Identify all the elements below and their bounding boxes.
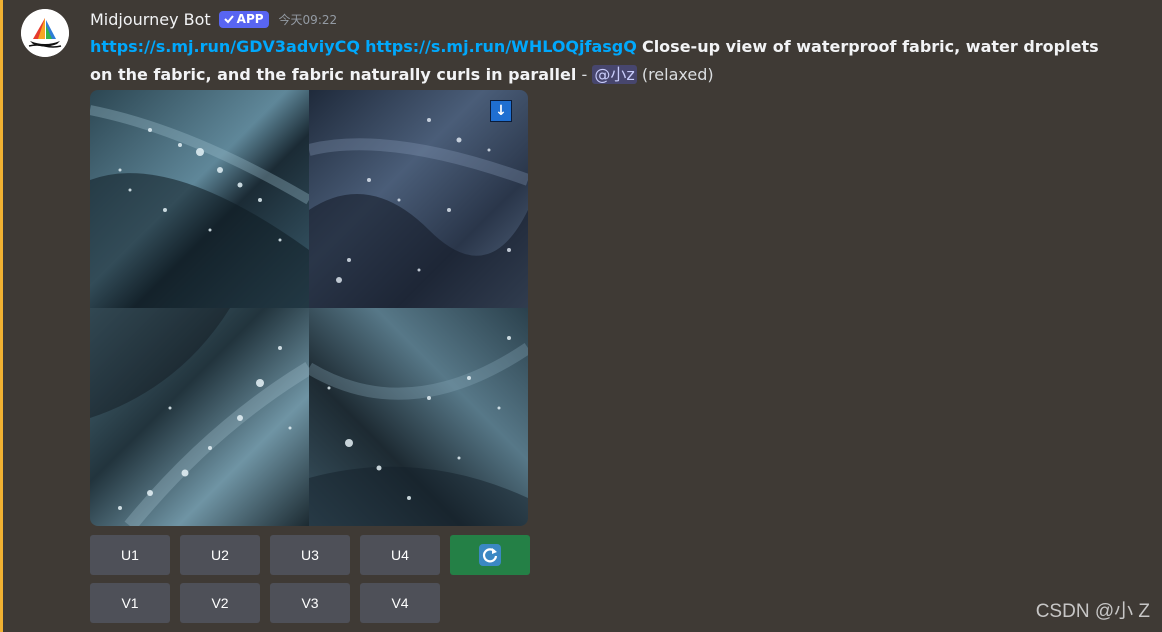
variation-button-3[interactable]: V3	[270, 583, 350, 623]
variation-button-2[interactable]: V2	[180, 583, 260, 623]
fabric-image-2	[309, 90, 528, 308]
fabric-image-4	[309, 308, 528, 526]
author-name[interactable]: Midjourney Bot	[90, 10, 211, 29]
image-tile-2	[309, 90, 528, 308]
download-icon[interactable]: ↓	[490, 100, 512, 122]
image-link-2[interactable]: https://s.mj.run/WHLOQjfasgQ	[365, 37, 637, 56]
image-tile-1	[90, 90, 309, 308]
mention-highlight-bar	[0, 0, 3, 632]
message-content: https://s.mj.run/GDV3adviyCQ https://s.m…	[90, 33, 1120, 89]
variation-button-1[interactable]: V1	[90, 583, 170, 623]
separator: -	[581, 65, 588, 84]
image-grid[interactable]	[90, 90, 528, 526]
timestamp[interactable]: 今天09:22	[279, 11, 338, 28]
app-badge: APP	[218, 10, 269, 28]
avatar[interactable]	[21, 9, 69, 57]
user-mention[interactable]: @小z	[592, 65, 637, 84]
upscale-button-1[interactable]: U1	[90, 535, 170, 575]
image-tile-4	[309, 308, 528, 526]
upscale-button-3[interactable]: U3	[270, 535, 350, 575]
image-tile-3	[90, 308, 309, 526]
fabric-image-1	[90, 90, 309, 308]
checkmark-icon	[223, 15, 234, 24]
sailboat-logo-icon	[21, 9, 69, 57]
watermark: CSDN @小 Z	[1035, 601, 1150, 622]
image-link-1[interactable]: https://s.mj.run/GDV3adviyCQ	[90, 37, 360, 56]
fabric-image-3	[90, 308, 309, 526]
message-header: Midjourney Bot APP 今天09:22	[90, 8, 337, 30]
refresh-icon	[479, 544, 501, 566]
reroll-button[interactable]	[450, 535, 530, 575]
mode-label: (relaxed)	[641, 65, 714, 84]
upscale-button-2[interactable]: U2	[180, 535, 260, 575]
upscale-button-4[interactable]: U4	[360, 535, 440, 575]
variation-button-4[interactable]: V4	[360, 583, 440, 623]
app-badge-label: APP	[236, 12, 264, 26]
